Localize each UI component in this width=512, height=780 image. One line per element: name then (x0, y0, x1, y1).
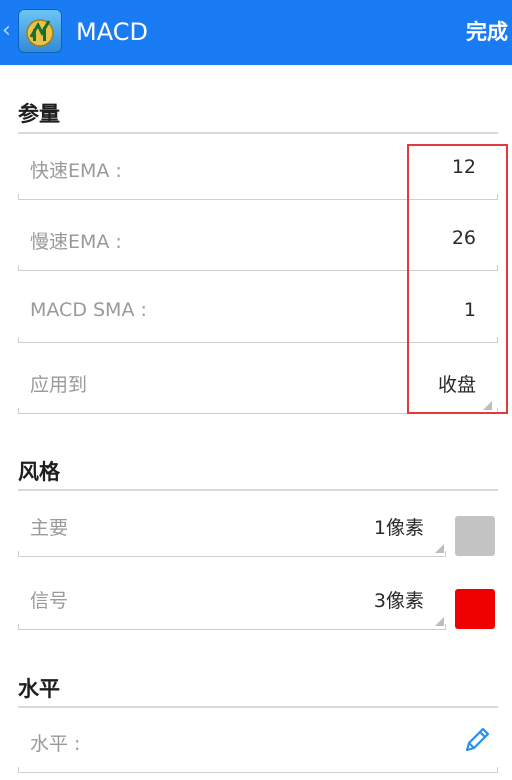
done-button[interactable]: 完成 (466, 18, 508, 46)
macd-sma-label: MACD SMA : (30, 299, 147, 321)
signal-line-color-swatch[interactable] (455, 589, 495, 629)
field-underline (18, 624, 446, 630)
slow-ema-label: 慢速EMA : (30, 231, 122, 253)
top-app-bar: ‹ MACD 完成 (0, 0, 512, 65)
section-title-levels: 水平 (18, 677, 60, 701)
dropdown-corner-icon (435, 617, 444, 626)
pencil-icon[interactable] (462, 725, 492, 759)
level-row[interactable]: 水平 : (18, 711, 498, 773)
section-divider (18, 706, 498, 708)
back-chevron-icon[interactable]: ‹ (2, 18, 11, 44)
metatrader-app-icon[interactable] (18, 9, 62, 53)
section-title-params: 参量 (18, 102, 60, 126)
main-line-label: 主要 (30, 517, 69, 539)
main-line-row[interactable]: 主要 1像素 (18, 495, 446, 557)
apply-to-label: 应用到 (30, 374, 88, 396)
field-underline (18, 767, 498, 773)
section-divider (18, 489, 498, 491)
section-title-style: 风格 (18, 460, 60, 484)
main-line-color-swatch[interactable] (455, 516, 495, 556)
level-label: 水平 : (30, 733, 81, 755)
highlight-box (407, 144, 508, 414)
section-divider (18, 132, 498, 134)
page-title: MACD (76, 18, 148, 46)
signal-line-width-select[interactable]: 3像素 (374, 586, 424, 613)
dropdown-corner-icon (435, 544, 444, 553)
fast-ema-label: 快速EMA : (30, 160, 122, 182)
field-underline (18, 551, 446, 557)
signal-line-row[interactable]: 信号 3像素 (18, 568, 446, 630)
signal-line-label: 信号 (30, 590, 69, 612)
main-line-width-select[interactable]: 1像素 (374, 513, 424, 540)
